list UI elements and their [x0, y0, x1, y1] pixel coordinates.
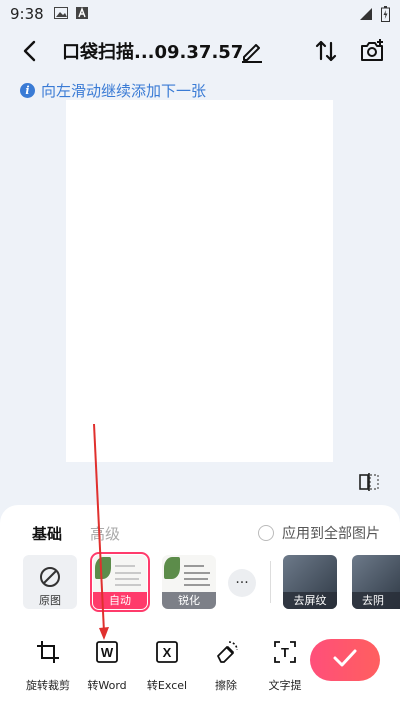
- tool-rotate-crop[interactable]: 旋转裁剪: [18, 639, 78, 693]
- notification-a-icon: [75, 5, 88, 23]
- back-icon[interactable]: [18, 38, 44, 64]
- tool-erase[interactable]: 擦除: [196, 639, 256, 693]
- svg-text:X: X: [163, 645, 172, 660]
- filter-label: 去阴: [352, 592, 400, 609]
- status-time: 9:38: [10, 5, 44, 23]
- tool-label: 转Word: [87, 679, 127, 692]
- swipe-hint-text: 向左滑动继续添加下一张: [41, 82, 207, 100]
- signal-icon: [359, 7, 373, 25]
- filter-label: 去屏纹: [283, 592, 337, 609]
- filter-auto[interactable]: 自动: [90, 552, 150, 612]
- tool-label: 擦除: [215, 679, 237, 692]
- filter-label: 原图: [39, 594, 61, 607]
- sort-icon[interactable]: [312, 37, 340, 65]
- no-filter-icon: [38, 565, 62, 593]
- filter-original[interactable]: 原图: [23, 555, 77, 609]
- battery-icon: [381, 6, 390, 26]
- excel-icon: X: [154, 639, 180, 669]
- status-bar: 9:38: [0, 0, 400, 28]
- tab-basic[interactable]: 基础: [32, 523, 62, 544]
- filter-label: 锐化: [162, 592, 216, 609]
- apply-all-radio[interactable]: [258, 525, 274, 541]
- more-filters-button[interactable]: ···: [228, 569, 256, 597]
- filter-divider: [270, 561, 271, 603]
- filter-sharpen[interactable]: 锐化: [162, 555, 216, 609]
- tab-advanced[interactable]: 高级: [90, 523, 120, 544]
- word-icon: W: [94, 639, 120, 669]
- filter-shadow-removal[interactable]: 去阴: [352, 555, 400, 609]
- info-icon: i: [20, 83, 35, 98]
- compare-original-icon[interactable]: [358, 472, 380, 492]
- document-preview[interactable]: [66, 100, 333, 462]
- crop-rotate-icon: [35, 639, 61, 669]
- filter-list: 原图 自动 锐化 ··· 去屏纹 去阴: [0, 552, 400, 613]
- edit-title-icon[interactable]: [238, 37, 266, 65]
- app-bar: 口袋扫描...09.37.57: [0, 30, 400, 72]
- checkmark-icon: [332, 647, 358, 673]
- gallery-icon: [53, 5, 68, 23]
- tool-to-word[interactable]: W 转Word: [77, 639, 137, 693]
- tool-label: 转Excel: [146, 679, 188, 692]
- camera-add-icon[interactable]: [358, 37, 386, 65]
- bottom-panel: 基础 高级 应用到全部图片 原图 自动 锐化 ··· 去屏纹 去阴 旋转裁剪 W…: [0, 505, 400, 711]
- text-extract-icon: T: [272, 639, 298, 669]
- confirm-button[interactable]: [310, 639, 380, 681]
- tool-label: 旋转裁剪: [26, 679, 70, 692]
- eraser-icon: [213, 639, 239, 669]
- filter-label: 自动: [93, 592, 147, 609]
- filter-tabs: 基础 高级: [32, 523, 120, 544]
- swipe-hint: i 向左滑动继续添加下一张: [20, 80, 206, 101]
- apply-all-option[interactable]: 应用到全部图片: [258, 523, 380, 543]
- filter-moire-removal[interactable]: 去屏纹: [283, 555, 337, 609]
- document-title: 口袋扫描...09.37.57: [62, 42, 244, 63]
- apply-all-label: 应用到全部图片: [282, 526, 380, 542]
- tool-to-excel[interactable]: X 转Excel: [137, 639, 197, 693]
- bottom-toolbar: 旋转裁剪 W 转Word X 转Excel 擦除 T 文字提: [0, 639, 400, 699]
- tool-label: 文字提: [268, 679, 302, 692]
- tool-text-extract[interactable]: T 文字提: [255, 639, 315, 693]
- svg-text:W: W: [101, 645, 114, 660]
- svg-text:T: T: [281, 645, 289, 660]
